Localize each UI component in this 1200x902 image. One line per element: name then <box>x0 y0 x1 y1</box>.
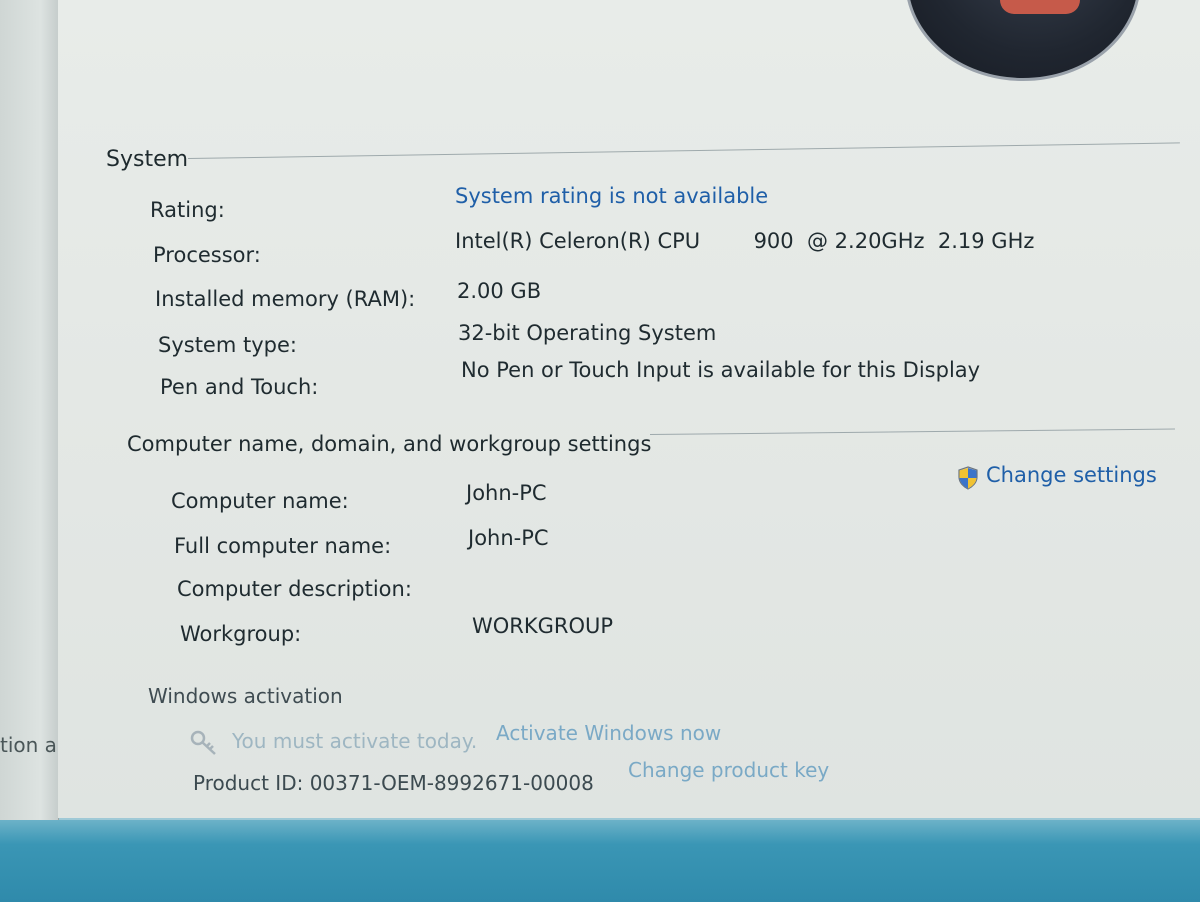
computer-description-label: Computer description: <box>177 577 412 601</box>
ram-label: Installed memory (RAM): <box>155 287 416 311</box>
system-section-heading: System <box>106 147 189 172</box>
computer-name-label: Computer name: <box>171 489 349 513</box>
system-type-value: 32-bit Operating System <box>458 321 717 345</box>
full-computer-name-value: John-PC <box>468 526 549 550</box>
rating-label: Rating: <box>150 198 225 222</box>
change-settings-link[interactable]: Change settings <box>986 463 1157 487</box>
processor-label: Processor: <box>153 243 261 267</box>
processor-value: Intel(R) Celeron(R) CPU 900 @ 2.20GHz 2.… <box>455 229 1035 253</box>
computer-section-heading: Computer name, domain, and workgroup set… <box>127 432 652 456</box>
activation-key-icon <box>190 730 216 755</box>
system-rating-link[interactable]: System rating is not available <box>455 184 768 208</box>
pen-touch-value: No Pen or Touch Input is available for t… <box>461 358 981 382</box>
full-computer-name-label: Full computer name: <box>174 534 392 558</box>
ram-value: 2.00 GB <box>457 279 542 303</box>
change-product-key-link[interactable]: Change product key <box>628 758 829 782</box>
system-type-label: System type: <box>158 333 297 357</box>
desktop-taskbar-area <box>0 818 1200 902</box>
activation-section-heading: Windows activation <box>148 684 343 708</box>
activation-status-text: You must activate today. <box>232 729 478 753</box>
product-id-text: Product ID: 00371-OEM-8992671-00008 <box>193 771 594 795</box>
activate-windows-link[interactable]: Activate Windows now <box>496 721 721 745</box>
computer-name-value: John-PC <box>466 481 547 505</box>
windows-logo-accent <box>1000 0 1080 14</box>
uac-shield-icon <box>958 466 978 490</box>
workgroup-value: WORKGROUP <box>472 614 614 638</box>
workgroup-label: Workgroup: <box>180 622 302 646</box>
left-navigation-pane <box>0 0 59 820</box>
pen-touch-label: Pen and Touch: <box>160 375 319 399</box>
